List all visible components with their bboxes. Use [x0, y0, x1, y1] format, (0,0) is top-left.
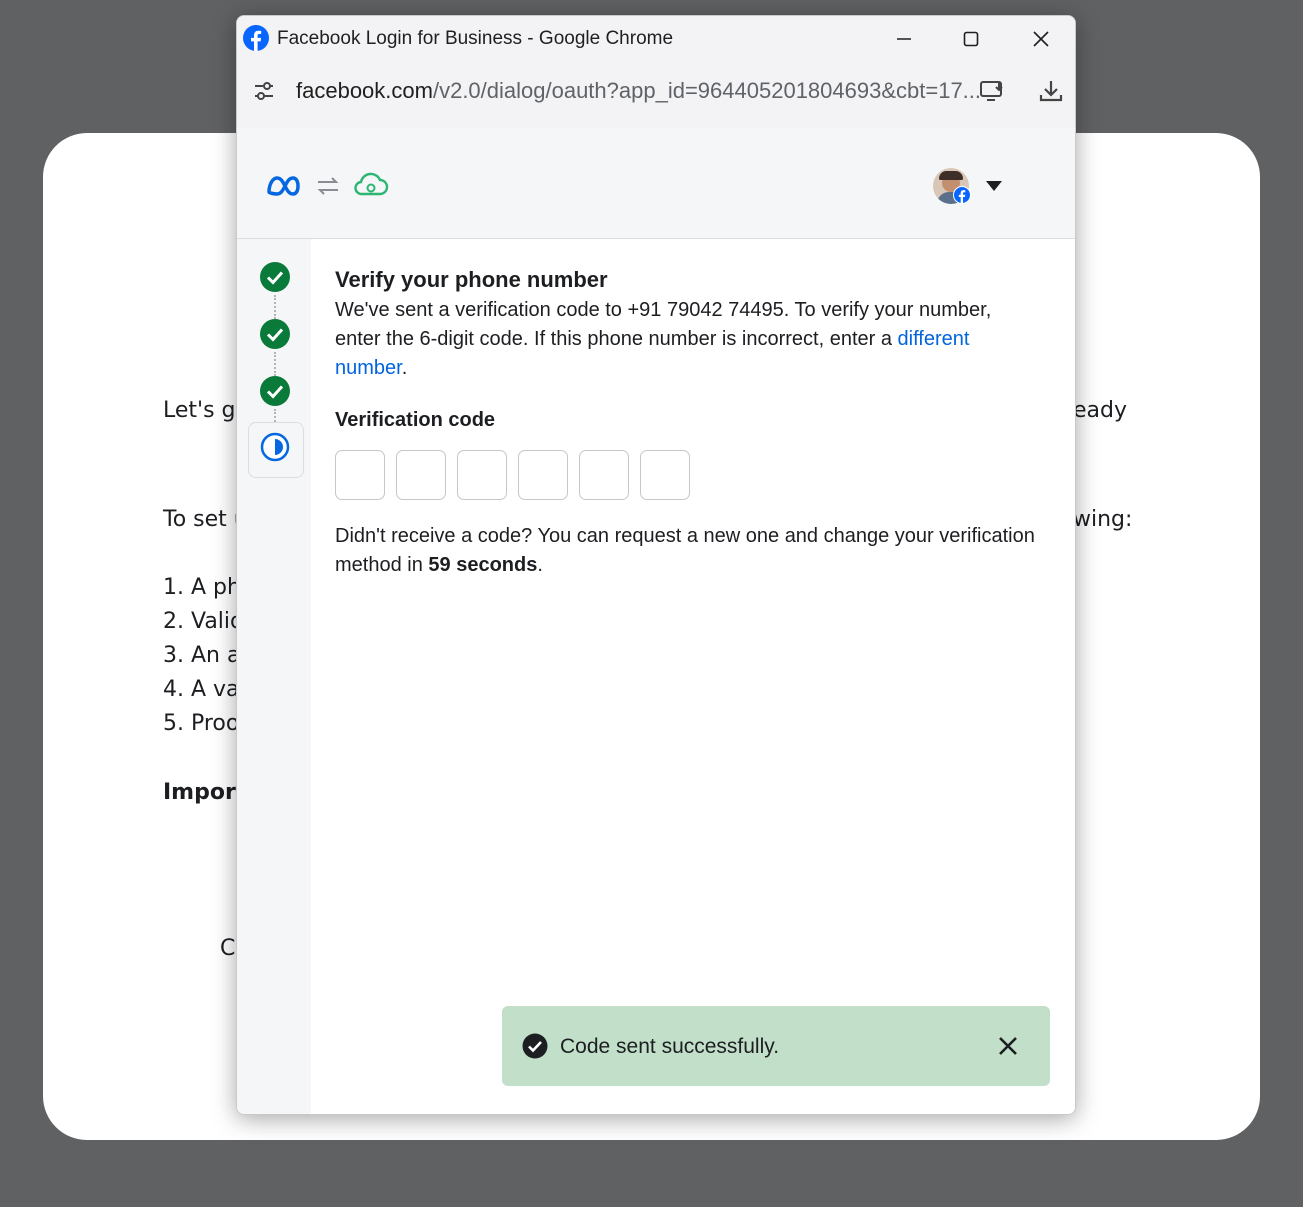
verification-code-label: Verification code [335, 409, 496, 431]
bg-setup-text: To set u [163, 507, 248, 532]
close-icon [1033, 31, 1049, 47]
resend-info: Didn't receive a code? You can request a… [335, 522, 1035, 580]
bg-list-item: 2. Valid [163, 609, 244, 634]
description-text: We've sent a verification code to +91 79… [335, 299, 992, 350]
bg-intro-text-end: eady [1073, 398, 1128, 423]
site-info-tune-icon[interactable] [251, 78, 277, 104]
step-complete-check-icon [260, 319, 290, 349]
toast-message: Code sent successfully. [560, 1035, 780, 1058]
progress-sidebar [237, 239, 311, 1114]
page-title: Verify your phone number [335, 267, 608, 292]
toast-close-icon[interactable] [994, 1032, 1022, 1060]
code-digit-input-1[interactable] [335, 450, 385, 500]
success-toast: Code sent successfully. [502, 1006, 1050, 1086]
meta-header [237, 128, 1075, 239]
code-digit-input-6[interactable] [640, 450, 690, 500]
meta-logo-icon [267, 176, 300, 196]
minimize-icon [897, 38, 911, 40]
cloud-app-icon [354, 172, 389, 196]
download-icon[interactable] [1036, 76, 1066, 106]
url-host: facebook.com [296, 78, 433, 103]
code-digit-input-3[interactable] [457, 450, 507, 500]
url-text[interactable]: facebook.com/v2.0/dialog/oauth?app_id=96… [296, 78, 981, 104]
sync-arrows-icon [317, 177, 339, 195]
code-digit-input-2[interactable] [396, 450, 446, 500]
success-check-icon [522, 1033, 548, 1059]
bg-important-heading: Import [163, 780, 247, 805]
install-app-icon[interactable] [977, 76, 1007, 106]
maximize-button[interactable] [951, 24, 991, 54]
code-digit-input-5[interactable] [579, 450, 629, 500]
address-bar: facebook.com/v2.0/dialog/oauth?app_id=96… [237, 62, 1075, 159]
bg-list-item: 5. Proo [163, 711, 240, 736]
description-end: . [401, 357, 408, 379]
url-path: /v2.0/dialog/oauth?app_id=96440520180469… [432, 78, 982, 103]
facebook-logo-icon [243, 25, 269, 51]
verify-description: We've sent a verification code to +91 79… [335, 296, 1035, 383]
step-in-progress-icon [260, 432, 290, 462]
bg-list-item: 1. A ph [163, 575, 241, 600]
step-connector [274, 352, 276, 376]
window-title: Facebook Login for Business - Google Chr… [277, 28, 674, 49]
bg-trailing-text: C [220, 936, 236, 961]
minimize-button[interactable] [884, 24, 924, 54]
resend-end: . [537, 554, 543, 576]
resend-countdown: 59 seconds [428, 554, 538, 576]
close-window-button[interactable] [1021, 24, 1061, 54]
verify-phone-panel: Verify your phone number We've sent a ve… [311, 239, 1075, 1114]
step-complete-check-icon [260, 376, 290, 406]
bg-list-item: 4. A val [163, 677, 246, 702]
step-connector [274, 295, 276, 319]
login-popup-window: Facebook Login for Business - Google Chr… [236, 15, 1076, 1115]
account-dropdown-icon[interactable] [985, 180, 1003, 192]
facebook-badge-icon [953, 186, 971, 204]
step-complete-check-icon [260, 262, 290, 292]
maximize-icon [963, 31, 979, 47]
code-digit-input-4[interactable] [518, 450, 568, 500]
bg-setup-text-end: wing: [1073, 507, 1133, 532]
window-titlebar: Facebook Login for Business - Google Chr… [237, 16, 1075, 62]
